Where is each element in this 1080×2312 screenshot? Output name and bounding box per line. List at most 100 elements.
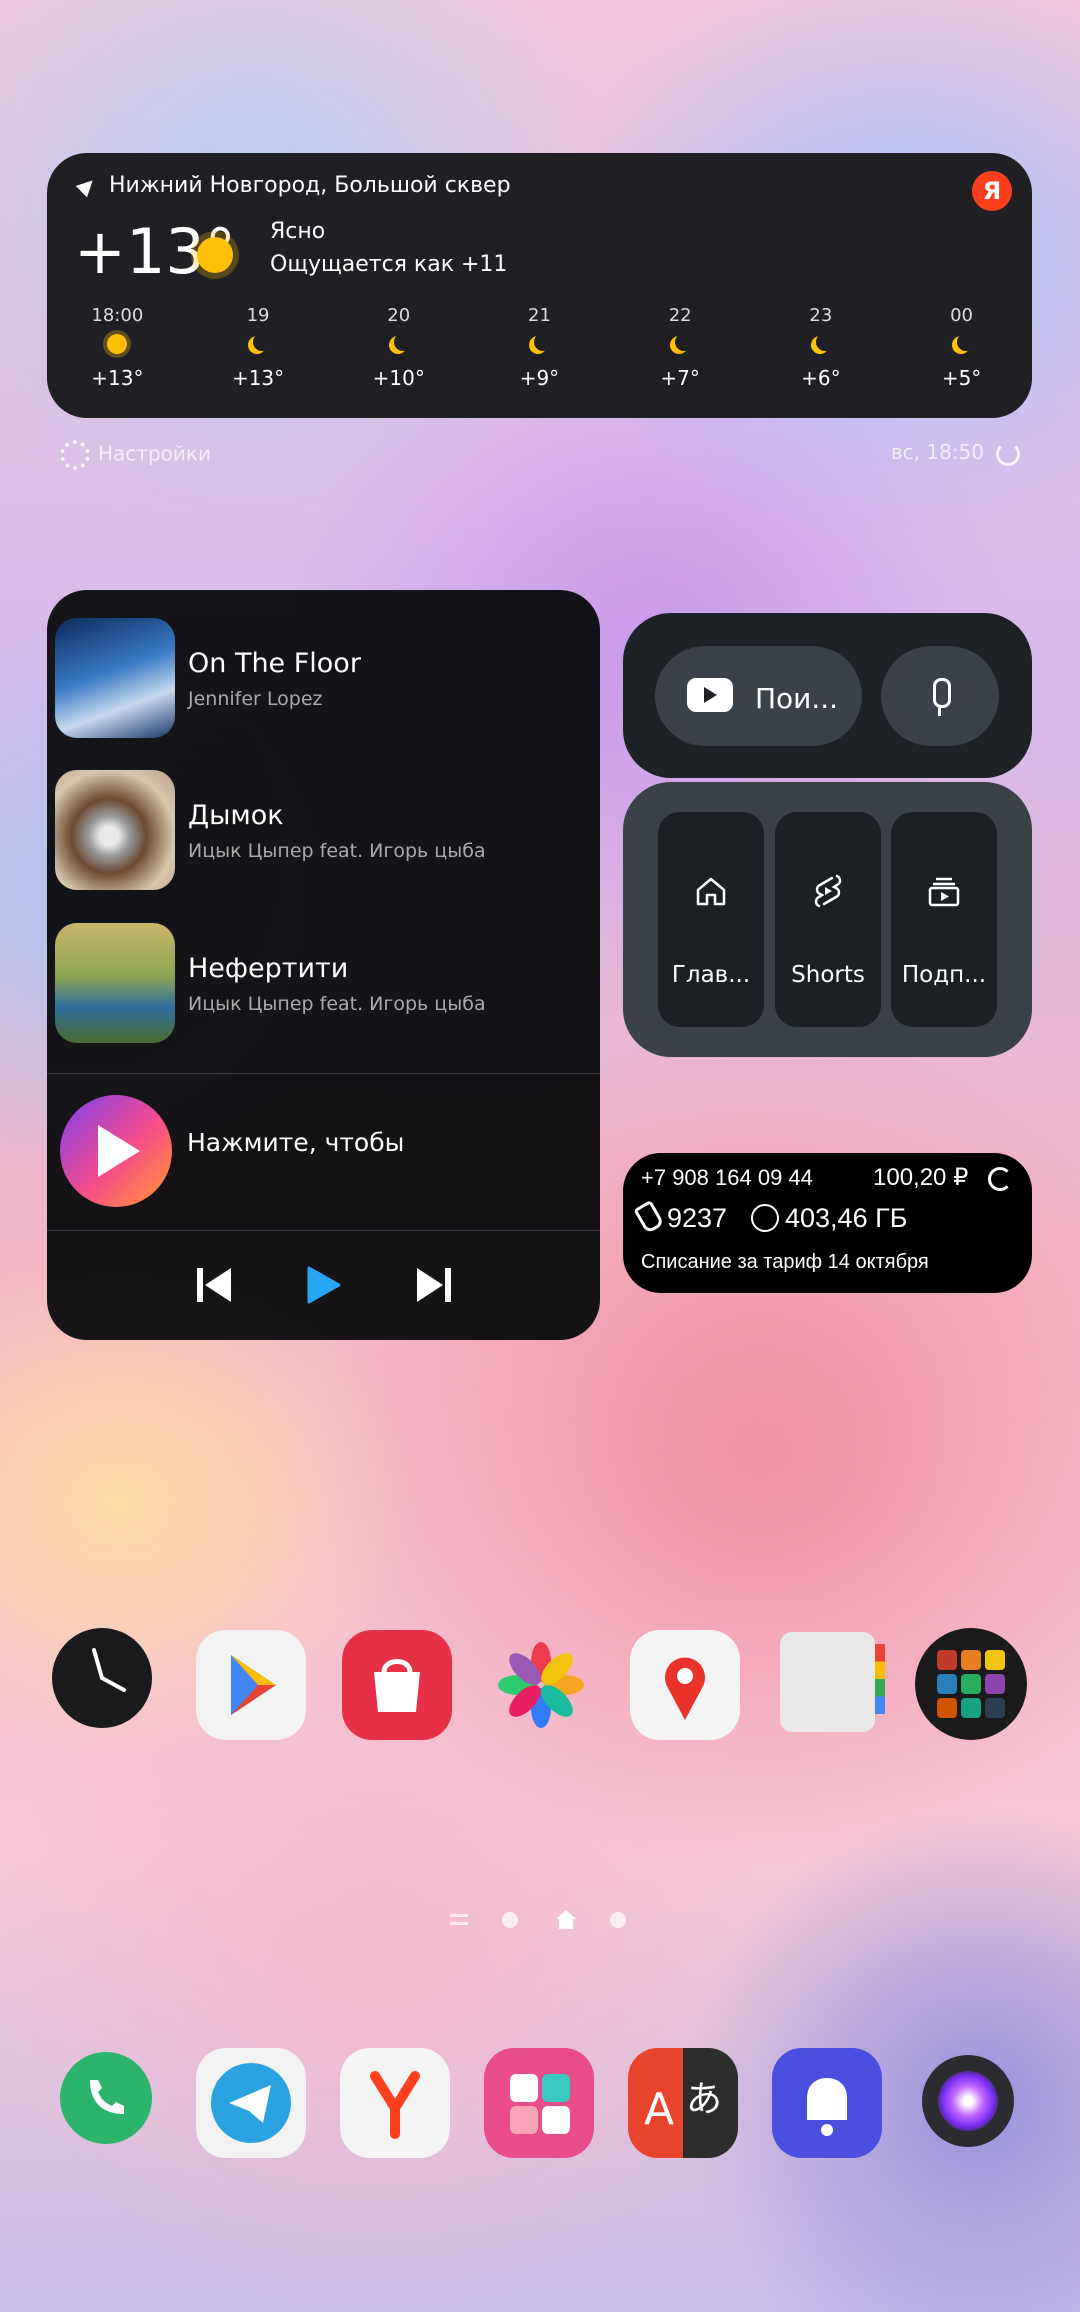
minutes-remaining: 9237 xyxy=(633,1199,728,1234)
player-hint[interactable]: Нажмите, чтобы xyxy=(187,1128,404,1157)
maps-pin-icon[interactable] xyxy=(630,1630,740,1740)
phone-icon xyxy=(633,1199,665,1234)
yandex-logo-icon[interactable]: Я xyxy=(972,171,1012,211)
forecast-hour: 23 +6° xyxy=(766,305,876,390)
subscriptions-icon xyxy=(928,877,960,907)
forecast-temp: +6° xyxy=(801,366,841,390)
moon-icon xyxy=(816,333,834,351)
phone-icon[interactable] xyxy=(60,2052,152,2144)
forecast-temp: +10° xyxy=(372,366,425,390)
play-icon[interactable] xyxy=(297,1260,347,1310)
notes-icon[interactable] xyxy=(780,1632,885,1732)
forecast-time: 23 xyxy=(809,305,833,326)
telegram-icon[interactable] xyxy=(196,2048,306,2158)
forecast-time: 18:00 xyxy=(91,305,144,326)
youtube-search-label: Пои... xyxy=(755,682,839,715)
sun-icon xyxy=(197,237,233,273)
menu-lines-icon xyxy=(450,1914,468,1917)
youtube-shorts-shortcut[interactable]: Shorts xyxy=(775,812,881,1027)
notifications-bell-icon[interactable] xyxy=(772,2048,882,2158)
tab-label: Подп... xyxy=(901,962,987,988)
youtube-search-widget: Пои... xyxy=(623,613,1032,778)
forecast-temp: +9° xyxy=(519,366,560,390)
youtube-logo-icon xyxy=(687,678,733,712)
refresh-icon[interactable] xyxy=(988,1167,1012,1191)
condition-text: Ясно xyxy=(270,219,326,244)
microphone-icon xyxy=(933,678,951,708)
weather-updated[interactable]: вс, 18:50 xyxy=(891,440,1020,466)
sun-icon xyxy=(107,334,128,354)
youtube-home-shortcut[interactable]: Глав... xyxy=(658,812,764,1027)
forecast-time: 00 xyxy=(950,305,974,326)
forecast-hour: 20 +10° xyxy=(344,305,454,390)
weather-settings-button[interactable]: Настройки xyxy=(60,440,211,470)
charge-note: Списание за тариф 14 октября xyxy=(641,1251,929,1273)
yandex-browser-icon[interactable] xyxy=(340,2048,450,2158)
weather-widget[interactable]: Нижний Новгород, Большой сквер Я +13° Яс… xyxy=(47,153,1032,418)
home-icon xyxy=(696,877,726,906)
globe-icon xyxy=(751,1203,779,1232)
moon-icon xyxy=(534,333,552,351)
weather-condition: Ясно Ощущается как +11 xyxy=(270,215,507,281)
forecast-time: 20 xyxy=(387,305,411,326)
phone-number: +7 908 164 09 44 xyxy=(641,1165,813,1190)
mobile-balance-widget[interactable]: +7 908 164 09 44 100,20 ₽ 9237 403,46 ГБ… xyxy=(623,1153,1032,1293)
forecast-time: 21 xyxy=(528,305,551,326)
track-item[interactable]: Нефертити Ицык Цыпер feat. Игорь цыба xyxy=(55,923,595,1045)
clock-icon[interactable] xyxy=(52,1628,152,1728)
refresh-icon[interactable] xyxy=(996,441,1020,466)
hourly-forecast: 18:00 +13° 19 +13° 20 +10° 21 +9° 22 +7°… xyxy=(47,305,1032,390)
location-text: Нижний Новгород, Большой сквер xyxy=(109,173,511,198)
player-logo-icon[interactable] xyxy=(60,1095,172,1207)
camera-icon[interactable] xyxy=(922,2055,1014,2147)
track-artist: Ицык Цыпер feat. Игорь цыба xyxy=(188,840,486,862)
updated-time: вс, 18:50 xyxy=(890,440,984,464)
forecast-hour: 22 +7° xyxy=(625,305,735,390)
previous-track-icon[interactable] xyxy=(189,1260,239,1310)
moon-icon xyxy=(957,333,975,351)
forecast-temp: +7° xyxy=(660,366,700,390)
translate-icon[interactable]: A あ xyxy=(628,2048,738,2158)
forecast-temp: +5° xyxy=(941,366,982,390)
gallery-app-icon[interactable] xyxy=(484,2048,594,2158)
next-track-icon[interactable] xyxy=(409,1260,459,1310)
forecast-temp: +13° xyxy=(231,366,285,390)
moon-icon xyxy=(253,333,271,351)
tab-label: Shorts xyxy=(791,962,865,988)
page-indicator[interactable] xyxy=(440,1900,640,1940)
minutes-value: 9237 xyxy=(667,1203,728,1233)
weather-footer: Настройки вс, 18:50 xyxy=(60,440,1020,476)
forecast-hour: 00 +5° xyxy=(907,305,1017,390)
settings-label: Настройки xyxy=(98,441,211,466)
shorts-icon xyxy=(814,874,842,908)
forecast-time: 22 xyxy=(668,305,692,326)
app-folder-icon[interactable] xyxy=(915,1628,1027,1740)
album-cover xyxy=(55,923,175,1043)
track-item[interactable]: On The Floor Jennifer Lopez xyxy=(55,618,595,740)
photos-flower-icon[interactable] xyxy=(486,1630,596,1740)
youtube-search-button[interactable]: Пои... xyxy=(655,646,862,746)
track-title: On The Floor xyxy=(188,648,361,679)
page-dot[interactable] xyxy=(610,1912,626,1928)
weather-location: Нижний Новгород, Большой сквер xyxy=(75,173,511,198)
album-cover xyxy=(55,770,175,890)
divider xyxy=(47,1073,600,1074)
track-title: Нефертити xyxy=(188,953,349,984)
voice-search-button[interactable] xyxy=(881,646,999,746)
data-remaining: 403,46 ГБ xyxy=(751,1203,907,1234)
google-play-icon[interactable] xyxy=(196,1630,306,1740)
youtube-subscriptions-shortcut[interactable]: Подп... xyxy=(891,812,997,1027)
track-artist: Jennifer Lopez xyxy=(188,688,323,710)
gear-icon xyxy=(60,440,90,470)
store-bag-icon[interactable] xyxy=(342,1630,452,1740)
music-widget: On The Floor Jennifer Lopez Дымок Ицык Ц… xyxy=(47,590,600,1340)
forecast-hour: 18:00 +13° xyxy=(62,305,172,390)
home-page-icon[interactable] xyxy=(556,1910,576,1919)
forecast-time: 19 xyxy=(246,305,270,326)
track-item[interactable]: Дымок Ицык Цыпер feat. Игорь цыба xyxy=(55,770,595,892)
account-balance: 100,20 ₽ xyxy=(873,1164,969,1191)
page-dot[interactable] xyxy=(502,1912,518,1928)
album-cover xyxy=(55,618,175,738)
moon-icon xyxy=(394,333,412,351)
tab-label: Глав... xyxy=(671,962,751,988)
